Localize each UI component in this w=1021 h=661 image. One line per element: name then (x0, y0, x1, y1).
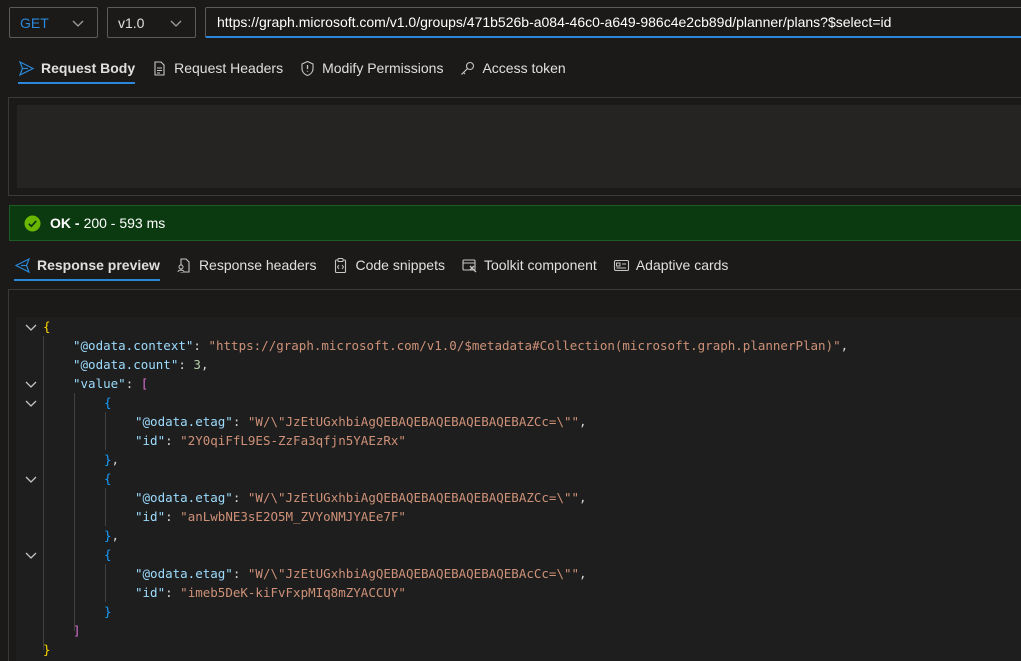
request-body-panel (8, 97, 1021, 196)
checkmark-circle-icon (24, 215, 41, 231)
clipboard-code-icon (332, 257, 349, 274)
status-detail: 200 - 593 ms (83, 215, 166, 231)
json-line: { (104, 471, 112, 486)
tab-label: Modify Permissions (322, 60, 444, 76)
fold-chevron-icon[interactable] (24, 377, 38, 391)
indent-guide (43, 336, 44, 650)
tab-response-preview[interactable]: Response preview (14, 251, 160, 281)
document-icon (151, 60, 168, 77)
json-line: } (104, 604, 112, 619)
http-method-value: GET (20, 14, 49, 31)
tab-label: Request Body (41, 60, 136, 76)
json-line: }, (104, 452, 120, 467)
tab-request-headers[interactable]: Request Headers (151, 54, 283, 82)
tab-label: Code snippets (355, 257, 445, 273)
json-line: ] (73, 623, 81, 638)
tab-toolkit-component[interactable]: Toolkit component (461, 251, 597, 279)
send-icon (18, 60, 35, 77)
version-dropdown[interactable]: v1.0 (107, 7, 196, 38)
json-line: { (104, 547, 112, 562)
json-line: } (43, 642, 51, 657)
toolkit-icon (461, 257, 478, 274)
indent-guide (105, 412, 106, 450)
fold-chevron-icon[interactable] (24, 472, 38, 486)
status-bar: OK - 200 - 593 ms (9, 205, 1021, 241)
url-input[interactable] (205, 7, 1021, 38)
json-line: "id": "2Y0qiFfL9ES-ZzFa3qfjn5YAEzRx" (135, 433, 406, 448)
fold-chevron-icon[interactable] (24, 548, 38, 562)
indent-guide (105, 564, 106, 602)
version-value: v1.0 (118, 14, 145, 31)
response-json-viewer[interactable]: { "@odata.context": "https://graph.micro… (16, 317, 1021, 661)
shield-icon (299, 60, 316, 77)
document-person-icon (176, 257, 193, 274)
fold-chevron-icon[interactable] (24, 320, 38, 334)
tab-label: Response headers (198, 257, 317, 273)
json-line: "@odata.count": 3, (73, 357, 209, 372)
response-tabs: Response preview Response headers Code s… (14, 251, 744, 281)
indent-guide (74, 393, 75, 631)
indent-guide (105, 488, 106, 526)
json-line: "id": "imeb5DeK-kiFvFxpMIq8mZYACCUY" (135, 585, 406, 600)
request-body-editor[interactable] (17, 105, 1021, 188)
tab-modify-permissions[interactable]: Modify Permissions (299, 54, 443, 82)
json-line: }, (104, 528, 120, 543)
http-method-dropdown[interactable]: GET (9, 7, 98, 38)
tab-request-body[interactable]: Request Body (18, 54, 136, 84)
send-icon (14, 257, 31, 274)
status-label: OK - (50, 215, 80, 231)
tab-code-snippets[interactable]: Code snippets (332, 251, 445, 279)
tab-access-token[interactable]: Access token (459, 54, 566, 82)
json-line: { (104, 395, 112, 410)
tab-label: Toolkit component (483, 257, 597, 273)
tab-adaptive-cards[interactable]: Adaptive cards (613, 251, 729, 279)
tab-label: Adaptive cards (635, 257, 729, 273)
tab-label: Access token (482, 60, 566, 76)
chevron-down-icon (170, 20, 182, 27)
fold-chevron-icon[interactable] (24, 396, 38, 410)
chevron-down-icon (72, 20, 84, 27)
json-line: "@odata.etag": "W/\"JzEtUGxhbiAgQEBAQEBA… (135, 490, 587, 505)
tab-response-headers[interactable]: Response headers (176, 251, 317, 279)
json-line: "@odata.etag": "W/\"JzEtUGxhbiAgQEBAQEBA… (135, 414, 587, 429)
json-line: { (43, 319, 51, 334)
card-icon (613, 257, 630, 274)
tab-label: Request Headers (174, 60, 284, 76)
json-line: "id": "anLwbNE3sE2O5M_ZVYoNMJYAEe7F" (135, 509, 406, 524)
request-tabs: Request Body Request Headers Modify Perm… (18, 54, 582, 84)
json-line: "@odata.etag": "W/\"JzEtUGxhbiAgQEBAQEBA… (135, 566, 587, 581)
json-line: "value": [ (73, 376, 149, 391)
key-icon (459, 60, 476, 77)
tab-label: Response preview (37, 257, 160, 273)
json-line: "@odata.context": "https://graph.microso… (73, 338, 849, 353)
